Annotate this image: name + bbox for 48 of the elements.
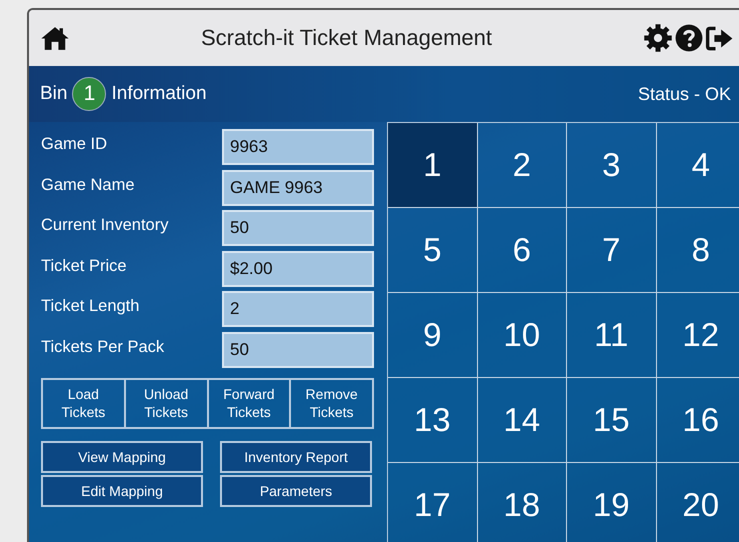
input-field[interactable]: $2.00: [222, 250, 374, 287]
ticket-action-button[interactable]: Forward Tickets: [206, 378, 292, 429]
information-label: Information: [111, 83, 207, 105]
bin-tile[interactable]: 20: [656, 463, 739, 542]
action-button[interactable]: Inventory Report: [220, 441, 372, 473]
window-title: Scratch-it Ticket Management: [200, 25, 493, 51]
bin-tile[interactable]: 4: [656, 123, 739, 208]
home-icon[interactable]: [40, 26, 70, 50]
action-button[interactable]: Parameters: [220, 475, 372, 507]
bin-number-badge: 1: [72, 77, 106, 111]
bin-label: Bin: [40, 83, 68, 105]
bin-tile[interactable]: 14: [478, 378, 567, 463]
input-field[interactable]: 50: [222, 332, 374, 368]
input-field[interactable]: 50: [222, 210, 374, 246]
bin-tile[interactable]: 18: [478, 463, 567, 542]
bin-tile[interactable]: 9: [388, 293, 478, 378]
input-field[interactable]: GAME 9963: [222, 170, 374, 206]
bin-tile[interactable]: 6: [478, 208, 567, 293]
bin-tile[interactable]: 13: [388, 378, 478, 463]
input-field[interactable]: 9963: [222, 129, 374, 166]
input-field[interactable]: 2: [222, 291, 374, 328]
settings-icon[interactable]: [643, 23, 673, 53]
bin-tile[interactable]: 1: [388, 123, 478, 208]
bin-tile[interactable]: 12: [656, 293, 739, 378]
bin-tile[interactable]: 16: [656, 378, 739, 463]
action-button[interactable]: Edit Mapping: [41, 475, 203, 507]
logout-icon[interactable]: [705, 24, 735, 52]
help-icon[interactable]: [675, 24, 703, 52]
field-label: Ticket Length: [41, 296, 140, 316]
ticket-action-button[interactable]: Load Tickets: [41, 378, 126, 429]
bin-tile[interactable]: 7: [567, 208, 656, 293]
bin-tile[interactable]: 3: [567, 123, 656, 208]
field-label: Game ID: [41, 134, 108, 154]
bin-tile[interactable]: 8: [656, 208, 739, 293]
field-label: Ticket Price: [41, 256, 127, 276]
bin-tile[interactable]: 2: [478, 123, 567, 208]
ticket-action-button[interactable]: Unload Tickets: [124, 378, 208, 429]
ticket-action-button[interactable]: Remove Tickets: [289, 378, 374, 429]
bin-tile[interactable]: 19: [567, 463, 656, 542]
field-label: Current Inventory: [41, 215, 168, 235]
status-text: Status - OK: [638, 84, 731, 104]
bin-tile[interactable]: 15: [567, 378, 656, 463]
action-button[interactable]: View Mapping: [41, 441, 203, 473]
bin-tile[interactable]: 11: [567, 293, 656, 378]
bin-tile[interactable]: 10: [478, 293, 567, 378]
field-label: Tickets Per Pack: [41, 336, 164, 356]
field-label: Game Name: [41, 174, 135, 194]
bin-tile[interactable]: 5: [388, 208, 478, 293]
